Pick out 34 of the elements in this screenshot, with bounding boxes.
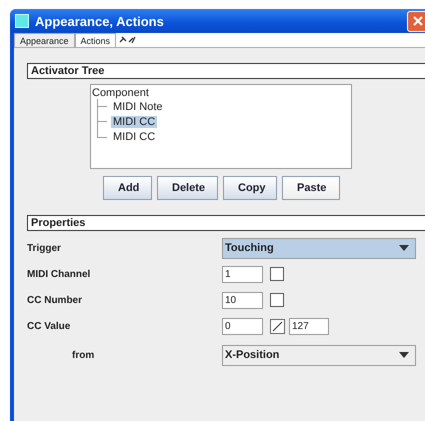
tab[interactable]: Actions	[74, 33, 116, 47]
slope-icon[interactable]	[270, 318, 285, 334]
section-header: Activator Tree	[27, 63, 425, 79]
window-title: Appearance, Actions	[35, 14, 165, 28]
action-button[interactable]: Add	[103, 176, 152, 200]
property-label: CC Value	[27, 320, 72, 332]
close-icon	[412, 15, 424, 27]
caret-icon	[399, 245, 409, 251]
dropdown[interactable]: X-Position	[222, 344, 416, 366]
tree-connector-icon	[97, 99, 107, 114]
action-button[interactable]: Delete	[157, 176, 218, 200]
section-header: Properties	[27, 215, 425, 231]
tree-item[interactable]: MIDI CC	[111, 116, 158, 128]
input-field[interactable]: 10	[222, 292, 263, 308]
property-label: from	[72, 350, 96, 360]
input-field[interactable]: 127	[289, 318, 329, 334]
checkbox[interactable]	[270, 267, 284, 281]
app-icon	[15, 14, 29, 28]
close-button[interactable]	[407, 10, 425, 32]
input-field[interactable]: 1	[222, 266, 263, 282]
property-label: Trigger	[27, 242, 62, 254]
tree-item[interactable]: MIDI Note	[111, 100, 165, 112]
input-field[interactable]: 0	[222, 318, 263, 334]
dropdown[interactable]: Touching	[222, 238, 416, 258]
caret-icon	[399, 352, 409, 358]
pin-icon[interactable]	[119, 36, 138, 44]
tab[interactable]: Appearance	[14, 33, 75, 47]
tree-item[interactable]: MIDI CC	[111, 130, 158, 142]
action-button[interactable]: Paste	[282, 176, 340, 200]
property-label: CC Number	[27, 294, 84, 306]
checkbox[interactable]	[270, 293, 284, 307]
action-button[interactable]: Copy	[223, 176, 277, 200]
tree-item[interactable]: Component	[91, 87, 149, 99]
property-label: MIDI Channel	[27, 268, 92, 280]
